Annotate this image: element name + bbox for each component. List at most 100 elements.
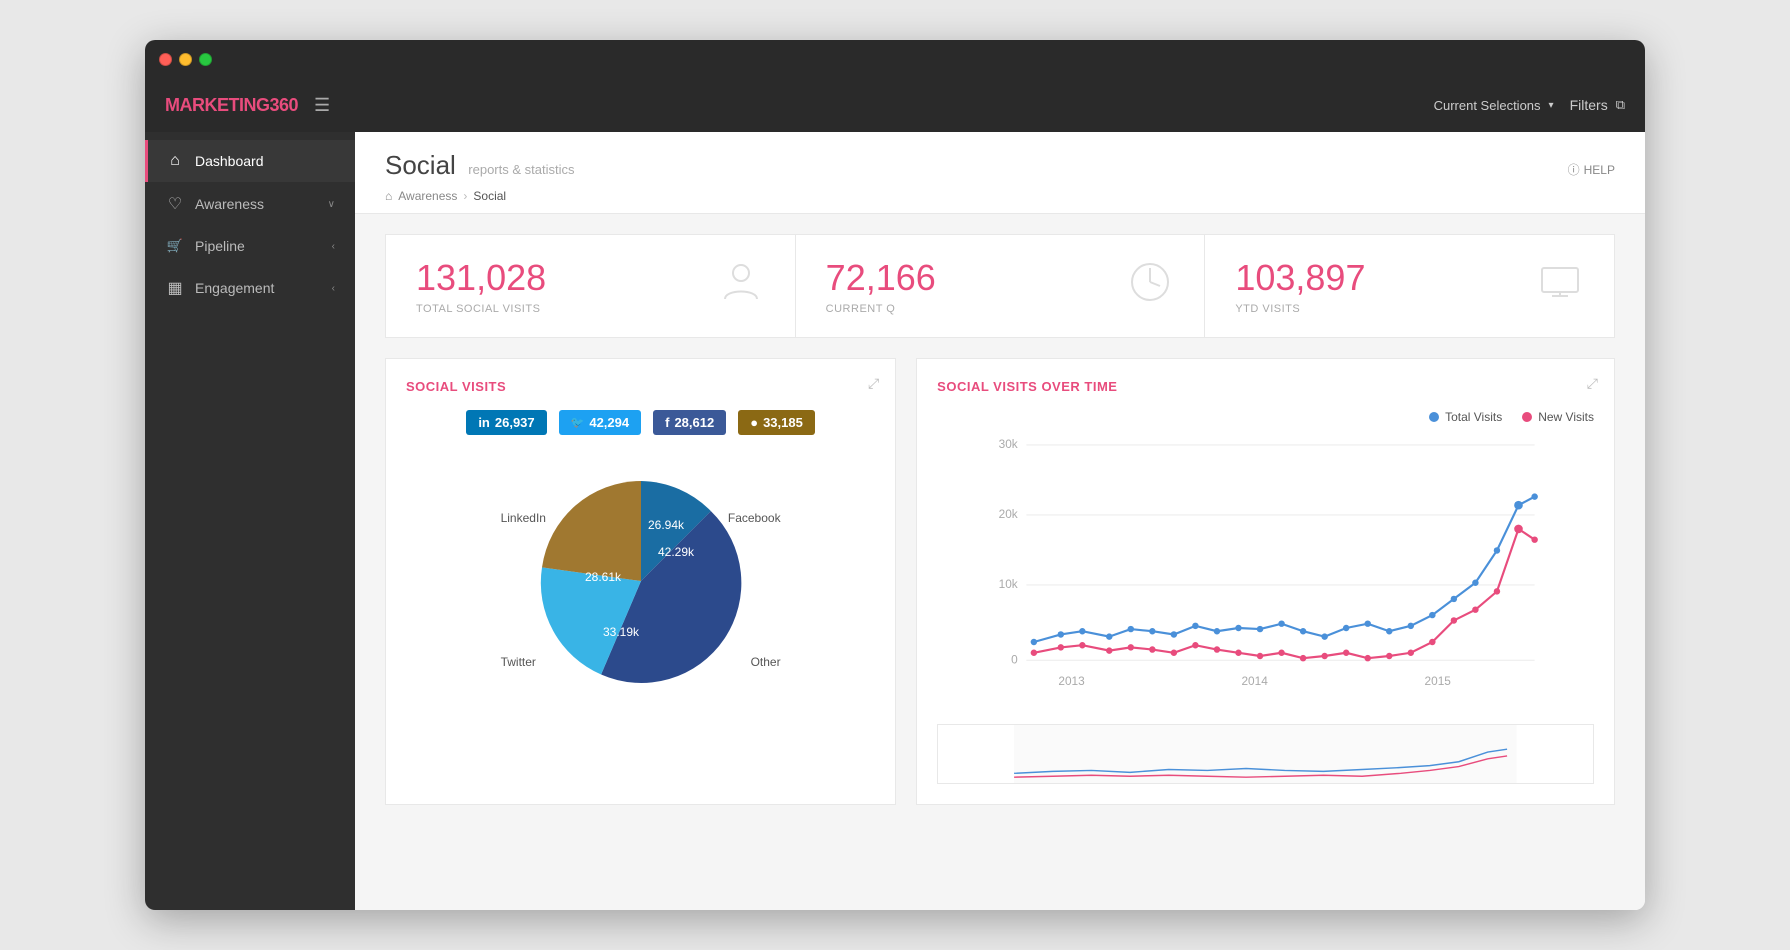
stat-card-current: 72,166 CURRENT Q (796, 234, 1206, 338)
line-chart-area: 30k 20k 10k 0 2013 (937, 432, 1594, 712)
chevron-down-icon: ∨ (328, 199, 335, 210)
dot-total-18 (1408, 623, 1414, 629)
dot-total-19 (1429, 612, 1435, 618)
home-icon: ⌂ (165, 152, 185, 170)
pie-label-other: 33.19k (603, 625, 640, 639)
page-title-row: Social reports & statistics ⓘ HELP (385, 150, 1615, 181)
maximize-button[interactable] (199, 53, 212, 66)
mini-chart-svg (938, 725, 1593, 783)
breadcrumb: ⌂ Awareness › Social (385, 189, 1615, 203)
dot-new-17 (1386, 653, 1392, 659)
other-icon: ● (750, 415, 758, 430)
main-content: Social reports & statistics ⓘ HELP ⌂ Awa… (355, 132, 1645, 910)
expand-button-left[interactable]: ⤢ (868, 375, 879, 392)
dot-new-20 (1451, 617, 1457, 623)
pie-label-facebook: 42.29k (658, 545, 695, 559)
minimize-button[interactable] (179, 53, 192, 66)
dot-new-24 (1532, 536, 1538, 542)
sidebar-item-pipeline[interactable]: 🛒 Pipeline ‹ (145, 226, 355, 266)
stat-card-total: 131,028 TOTAL SOCIAL VISITS (385, 234, 796, 338)
dot-total-4 (1106, 633, 1112, 639)
twitter-icon: 🐦 (571, 416, 585, 429)
body-area: ⌂ Dashboard ♡ Awareness ∨ 🛒 Pipeline ‹ ▦… (145, 132, 1645, 910)
help-button[interactable]: ⓘ HELP (1568, 161, 1615, 178)
dot-new-10 (1235, 650, 1241, 656)
dot-new-14 (1322, 653, 1328, 659)
badge-other: ● 33,185 (738, 410, 815, 435)
dot-total-20 (1451, 596, 1457, 602)
total-visits-line (1034, 497, 1535, 642)
legend-new-label: New Visits (1538, 410, 1594, 424)
dot-total-22 (1494, 547, 1500, 553)
sidebar-label-engagement: Engagement (195, 280, 274, 296)
breadcrumb-current: Social (473, 189, 506, 203)
stat-value-current: 72,166 (826, 257, 936, 299)
current-selections-label[interactable]: Current Selections (1434, 98, 1541, 113)
y-label-10k: 10k (999, 577, 1018, 591)
dot-total-1 (1031, 639, 1037, 645)
breadcrumb-awareness[interactable]: Awareness (398, 189, 457, 203)
stat-info-ytd: 103,897 YTD VISITS (1235, 257, 1365, 315)
stat-label-current: CURRENT Q (826, 303, 936, 315)
pie-other (542, 481, 641, 581)
topnav: MARKETING360 ☰ Current Selections ▾ Filt… (145, 78, 1645, 132)
pie-chart: 42.29k 33.19k 28.61k 26.94k (521, 461, 761, 701)
badge-linkedin: in 26,937 (466, 410, 546, 435)
dot-new-7 (1171, 650, 1177, 656)
sidebar-label-pipeline: Pipeline (195, 238, 245, 254)
chevron-down-icon: ▾ (1549, 100, 1554, 111)
close-button[interactable] (159, 53, 172, 66)
sidebar-item-awareness[interactable]: ♡ Awareness ∨ (145, 182, 355, 226)
charts-row: SOCIAL VISITS ⤢ in 26,937 🐦 42,294 (385, 358, 1615, 805)
app-window: MARKETING360 ☰ Current Selections ▾ Filt… (145, 40, 1645, 910)
sidebar-item-dashboard[interactable]: ⌂ Dashboard (145, 140, 355, 182)
dot-total-10 (1235, 625, 1241, 631)
pie-container: 42.29k 33.19k 28.61k 26.94k LinkedIn Fac… (406, 451, 875, 679)
sidebar-label-awareness: Awareness (195, 196, 264, 212)
stat-label-total: TOTAL SOCIAL VISITS (416, 303, 546, 315)
topnav-right: Current Selections ▾ Filters ⧉ (1434, 97, 1625, 113)
page-title: Social (385, 150, 456, 180)
dot-new-23 (1514, 525, 1523, 534)
dot-total-15 (1343, 625, 1349, 631)
social-badges: in 26,937 🐦 42,294 f 28,612 (406, 410, 875, 435)
legend-total-label: Total Visits (1445, 410, 1502, 424)
stat-info-total: 131,028 TOTAL SOCIAL VISITS (416, 257, 546, 315)
sidebar-item-engagement[interactable]: ▦ Engagement ‹ (145, 266, 355, 310)
grid-icon: ▦ (165, 278, 185, 298)
filters-label[interactable]: Filters (1570, 97, 1608, 113)
y-label-30k: 30k (999, 437, 1018, 451)
dot-new-22 (1494, 588, 1500, 594)
cart-icon: 🛒 (165, 238, 185, 254)
stat-info-current: 72,166 CURRENT Q (826, 257, 936, 315)
sidebar-label-dashboard: Dashboard (195, 153, 264, 169)
legend-dot-pink (1522, 412, 1532, 422)
dot-new-8 (1192, 642, 1198, 648)
dot-new-3 (1079, 642, 1085, 648)
y-label-20k: 20k (999, 507, 1018, 521)
dot-new-12 (1279, 650, 1285, 656)
expand-button-right[interactable]: ⤢ (1587, 375, 1598, 392)
dot-total-7 (1171, 631, 1177, 637)
pie-label-linkedin: 26.94k (648, 518, 685, 532)
dot-new-1 (1031, 650, 1037, 656)
social-visits-card: SOCIAL VISITS ⤢ in 26,937 🐦 42,294 (385, 358, 896, 805)
topnav-left: MARKETING360 ☰ (165, 95, 330, 116)
logo: MARKETING360 (165, 95, 298, 116)
stat-card-ytd: 103,897 YTD VISITS (1205, 234, 1615, 338)
page-header: Social reports & statistics ⓘ HELP ⌂ Awa… (355, 132, 1645, 214)
dot-new-4 (1106, 647, 1112, 653)
linkedin-count: 26,937 (495, 415, 535, 430)
dot-total-11 (1257, 626, 1263, 632)
help-label: HELP (1584, 163, 1615, 177)
page-subtitle: reports & statistics (468, 162, 574, 177)
social-over-time-title: SOCIAL VISITS OVER TIME (937, 379, 1594, 394)
hamburger-menu[interactable]: ☰ (314, 95, 330, 116)
stats-row: 131,028 TOTAL SOCIAL VISITS 72,166 (385, 234, 1615, 338)
social-visits-title: SOCIAL VISITS (406, 379, 875, 394)
dot-total-6 (1149, 628, 1155, 634)
dot-total-24 (1532, 493, 1538, 499)
heart-icon: ♡ (165, 194, 185, 214)
x-label-2015: 2015 (1425, 674, 1452, 688)
dot-total-12 (1279, 620, 1285, 626)
